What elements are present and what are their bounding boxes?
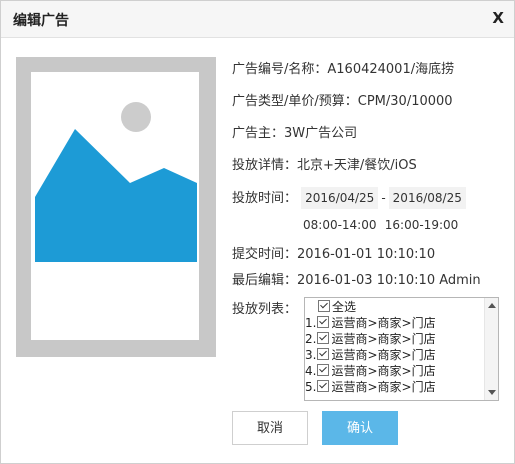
list-item-label: 运营商>商家>门店 xyxy=(331,332,436,346)
date-separator: - xyxy=(381,191,386,205)
ad-id-row: 广告编号/名称：A160424001/海底捞 xyxy=(232,58,454,77)
listbox-scrollbar[interactable] xyxy=(484,298,498,400)
close-icon[interactable]: X xyxy=(492,9,504,27)
ad-owner-label: 广告主： xyxy=(232,126,285,141)
list-item-label: 运营商>商家>门店 xyxy=(331,348,436,362)
ad-detail-row: 投放详情：北京+天津/餐饮/iOS xyxy=(232,154,417,173)
ad-id-label: 广告编号/名称： xyxy=(232,62,328,77)
dialog-titlebar: 编辑广告 X xyxy=(1,1,514,38)
ad-owner-value: 3W广告公司 xyxy=(284,126,358,141)
list-item-index: 1. xyxy=(305,316,317,330)
ad-id-value: A160424001/海底捞 xyxy=(327,62,455,77)
checkbox-checked-icon[interactable] xyxy=(317,348,330,360)
list-item[interactable]: 1. 运营商>商家>门店 xyxy=(305,315,485,331)
image-mountain-shape xyxy=(35,129,197,262)
list-item-index: 2. xyxy=(305,332,317,346)
submit-time-value: 2016-01-01 10:10:10 xyxy=(297,247,436,262)
placement-list-label: 投放列表： xyxy=(232,302,298,317)
ad-type-row: 广告类型/单价/预算：CPM/30/10000 xyxy=(232,90,453,109)
ad-time-row: 投放时间： 2016/04/25-2016/08/25 xyxy=(232,187,466,209)
checkbox-checked-icon[interactable] xyxy=(317,332,330,344)
time-slot-2[interactable]: 16:00-19:00 xyxy=(385,218,459,232)
checkbox-checked-icon[interactable] xyxy=(317,364,330,376)
last-edit-value: 2016-01-03 10:10:10 Admin xyxy=(297,273,481,288)
checkbox-checked-icon[interactable] xyxy=(317,316,330,328)
list-item-index: 5. xyxy=(305,380,317,394)
list-item[interactable]: 5. 运营商>商家>门店 xyxy=(305,379,485,395)
time-slot-1[interactable]: 08:00-14:00 xyxy=(303,218,377,232)
submit-time-label: 提交时间： xyxy=(232,247,298,262)
placement-list: 全选 1. 运营商>商家>门店 2. 运营商>商家>门店 3. 运营商>商家>门店 4… xyxy=(305,299,485,395)
ad-time-label: 投放时间： xyxy=(232,191,298,206)
list-item[interactable]: 2. 运营商>商家>门店 xyxy=(305,331,485,347)
image-placeholder-icon xyxy=(31,72,199,340)
ad-type-value: CPM/30/10000 xyxy=(357,94,453,109)
list-item-index: 4. xyxy=(305,364,317,378)
placement-listbox[interactable]: 全选 1. 运营商>商家>门店 2. 运营商>商家>门店 3. 运营商>商家>门店 4… xyxy=(304,297,499,401)
ad-detail-value: 北京+天津/餐饮/iOS xyxy=(297,158,417,173)
confirm-button[interactable]: 确认 xyxy=(322,411,398,445)
arrow-down-icon[interactable] xyxy=(488,390,496,395)
image-sun-shape xyxy=(121,102,151,132)
edit-ad-dialog: 编辑广告 X 广告编号/名称：A160424001/海底捞 广告类型/单价/预算… xyxy=(0,0,515,464)
list-item-label: 运营商>商家>门店 xyxy=(331,380,436,394)
start-date-field[interactable]: 2016/04/25 xyxy=(301,187,379,209)
select-all-label: 全选 xyxy=(332,300,357,314)
list-item-label: 运营商>商家>门店 xyxy=(331,316,436,330)
ad-type-label: 广告类型/单价/预算： xyxy=(232,94,358,109)
arrow-up-icon[interactable] xyxy=(488,303,496,308)
list-label-row: 投放列表： xyxy=(232,298,297,317)
ad-detail-label: 投放详情： xyxy=(232,158,298,173)
checkbox-checked-icon[interactable] xyxy=(318,300,330,312)
time-slots-row: 08:00-14:00 16:00-19:00 xyxy=(303,218,458,233)
checkbox-checked-icon[interactable] xyxy=(317,380,330,392)
dialog-title: 编辑广告 xyxy=(13,13,69,29)
ad-owner-row: 广告主：3W广告公司 xyxy=(232,122,357,141)
list-item-label: 运营商>商家>门店 xyxy=(331,364,436,378)
ad-image-preview[interactable] xyxy=(16,57,216,357)
submit-time-row: 提交时间：2016-01-01 10:10:10 xyxy=(232,243,435,262)
cancel-button[interactable]: 取消 xyxy=(232,411,308,445)
last-edit-row: 最后编辑：2016-01-03 10:10:10 Admin xyxy=(232,269,481,288)
last-edit-label: 最后编辑： xyxy=(232,273,298,288)
end-date-field[interactable]: 2016/08/25 xyxy=(388,187,466,209)
list-item-select-all[interactable]: 全选 xyxy=(305,299,485,315)
list-item-index: 3. xyxy=(305,348,317,362)
list-item[interactable]: 4. 运营商>商家>门店 xyxy=(305,363,485,379)
list-item[interactable]: 3. 运营商>商家>门店 xyxy=(305,347,485,363)
